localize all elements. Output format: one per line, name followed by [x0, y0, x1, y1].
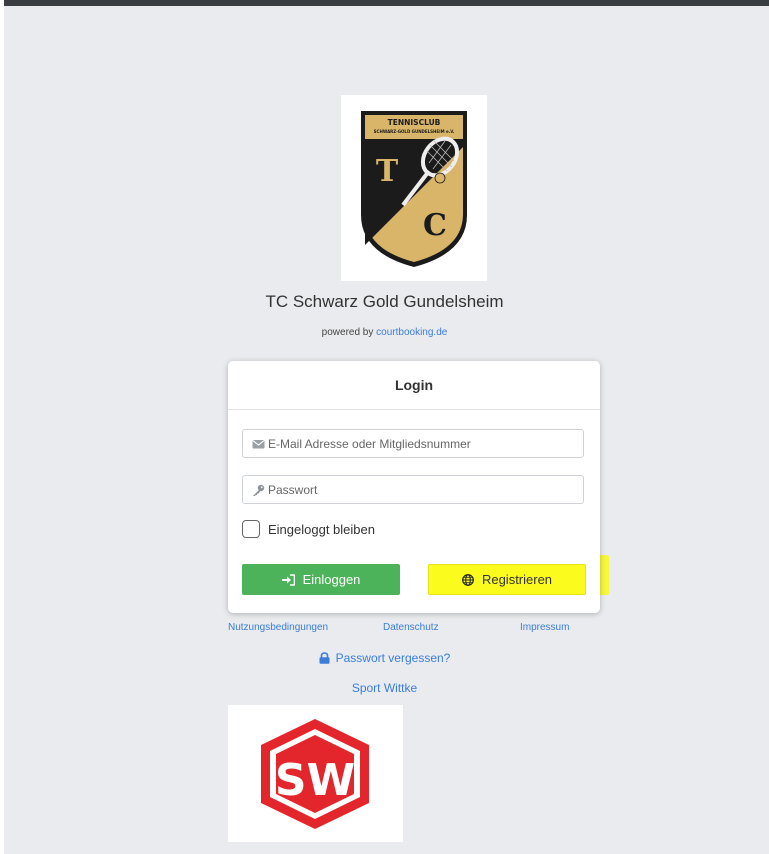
club-logo: TENNISCLUB SCHWARZ-GOLD GUNDELSHEIM e.V.…: [341, 95, 487, 281]
sponsor-logo[interactable]: SW: [228, 705, 403, 842]
terms-link[interactable]: Nutzungsbedingungen: [228, 622, 328, 633]
powered-prefix: powered by: [321, 327, 374, 338]
register-button[interactable]: Registrieren: [428, 564, 586, 595]
forgot-password-link[interactable]: Passwort vergessen?: [0, 651, 769, 665]
lock-icon: [319, 652, 330, 664]
logo-letter-t: T: [376, 154, 399, 189]
sponsor-name-link[interactable]: Sport Wittke: [0, 681, 769, 695]
club-title: TC Schwarz Gold Gundelsheim: [265, 292, 504, 311]
email-input[interactable]: [268, 430, 578, 457]
login-button-label: Einloggen: [302, 572, 361, 587]
sign-in-icon: [281, 573, 295, 586]
email-field[interactable]: [242, 429, 584, 458]
remember-me[interactable]: Eingeloggt bleiben: [242, 518, 375, 540]
login-header: Login: [228, 361, 600, 410]
imprint-link[interactable]: Impressum: [520, 622, 569, 633]
login-card: Login Eingeloggt bleiben Einloggen Reg: [228, 361, 600, 613]
logo-letter-c: C: [423, 208, 447, 243]
top-bar: [0, 0, 769, 6]
password-input[interactable]: [268, 476, 578, 503]
club-crest-icon: TENNISCLUB SCHWARZ-GOLD GUNDELSHEIM e.V.…: [361, 111, 467, 267]
privacy-link[interactable]: Datenschutz: [383, 622, 439, 633]
key-icon: [252, 484, 265, 496]
logo-sub-text: SCHWARZ-GOLD GUNDELSHEIM e.V.: [374, 129, 455, 134]
powered-by: powered by courtbooking.de: [0, 327, 769, 338]
password-field[interactable]: [242, 475, 584, 504]
remember-checkbox[interactable]: [242, 520, 260, 538]
register-button-label: Registrieren: [481, 572, 553, 587]
sponsor-logo-text: SW: [275, 755, 355, 806]
login-button[interactable]: Einloggen: [242, 564, 400, 595]
envelope-icon: [252, 438, 265, 450]
remember-label: Eingeloggt bleiben: [268, 521, 375, 537]
globe-icon: [462, 573, 474, 586]
forgot-password-label: Passwort vergessen?: [335, 651, 451, 665]
courtbooking-link[interactable]: courtbooking.de: [376, 327, 447, 338]
left-edge: [0, 0, 4, 854]
logo-top-text: TENNISCLUB: [388, 118, 441, 127]
sponsor-hexagon-icon: SW: [261, 719, 369, 829]
